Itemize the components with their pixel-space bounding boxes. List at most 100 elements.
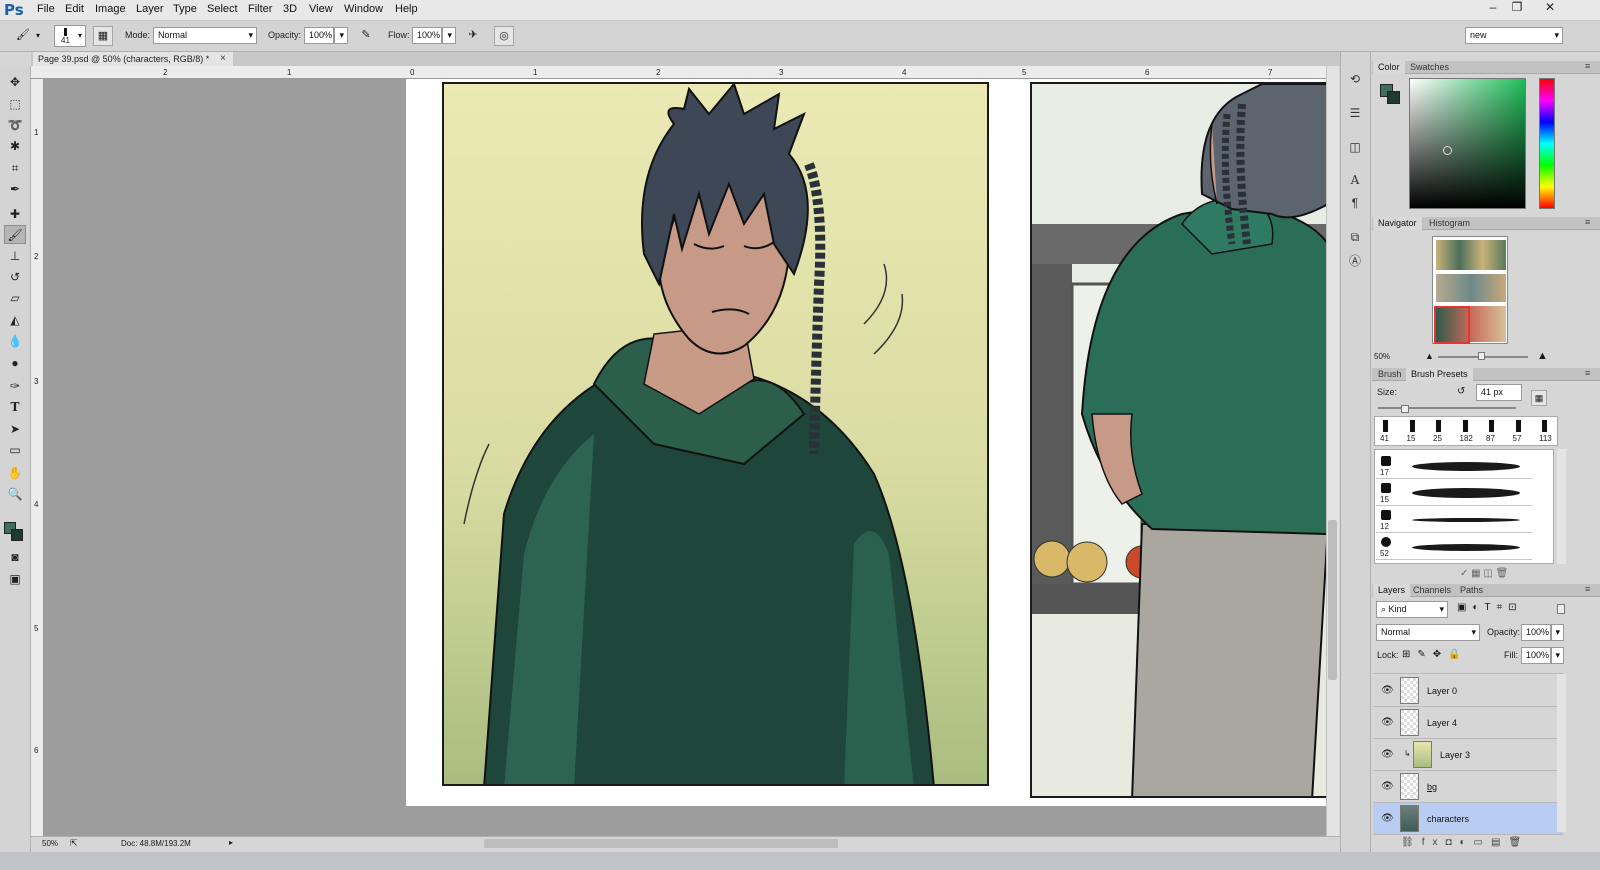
clone-source-panel-icon[interactable]: ⧉ <box>1345 228 1365 246</box>
menu-help[interactable]: Help <box>395 3 418 15</box>
layers-footer-icons[interactable]: ⛓fx◘◐▭▤🗑 <box>1401 837 1529 848</box>
tab-paths[interactable]: Paths <box>1455 584 1488 597</box>
pen-tool-icon[interactable]: ✑ <box>4 377 26 396</box>
brush-size-input[interactable]: 41 px <box>1476 384 1522 401</box>
opacity-input[interactable]: 100% <box>304 27 334 44</box>
path-selection-tool-icon[interactable]: ➤ <box>4 420 26 439</box>
restore-button[interactable]: ❐ <box>1506 0 1528 14</box>
brush-tip-icon[interactable] <box>1462 420 1468 432</box>
panel-menu-icon[interactable]: ≡ <box>1585 61 1590 71</box>
brush-panel-toggle-button[interactable]: ▦ <box>93 26 113 46</box>
tab-brush-presets[interactable]: Brush Presets <box>1406 368 1473 381</box>
zoom-tool-icon[interactable]: 🔍 <box>4 485 26 504</box>
adjustments-panel-icon[interactable]: ◫ <box>1345 138 1365 156</box>
brush-tip-icon[interactable] <box>1409 420 1415 432</box>
layers-scrollbar[interactable] <box>1557 674 1566 832</box>
menu-type[interactable]: Type <box>173 3 197 15</box>
menu-view[interactable]: View <box>309 3 333 15</box>
layer-name[interactable]: characters <box>1427 814 1469 824</box>
hue-slider[interactable] <box>1539 78 1555 209</box>
minimize-button[interactable]: – <box>1482 0 1504 14</box>
history-brush-tool-icon[interactable]: ↺ <box>4 268 26 287</box>
screen-mode-icon[interactable]: ▣ <box>4 570 26 589</box>
layer-row-partial[interactable] <box>1373 666 1563 674</box>
menu-window[interactable]: Window <box>344 3 383 15</box>
quick-mask-icon[interactable]: ◙ <box>4 548 26 567</box>
layer-thumbnail[interactable] <box>1400 709 1419 736</box>
blur-tool-icon[interactable]: 💧 <box>4 332 26 351</box>
zoom-level[interactable]: 50% <box>42 839 58 848</box>
paragraph-panel-icon[interactable]: ¶ <box>1345 194 1365 212</box>
dodge-tool-icon[interactable]: ● <box>4 354 26 373</box>
document-size-info[interactable]: Doc: 48.8M/193.2M <box>121 839 191 848</box>
brush-size-picker[interactable]: 41 ▾ <box>54 25 86 47</box>
fill-input[interactable]: 100% <box>1521 647 1551 664</box>
brush-panel-footer-icons[interactable]: ✓ ▦ ◫ 🗑 <box>1460 568 1508 579</box>
eye-icon[interactable]: 👁 <box>1381 718 1394 728</box>
character-panel-icon[interactable]: A <box>1345 171 1365 189</box>
navigator-zoom[interactable]: 50% <box>1374 352 1390 361</box>
navigator-thumbnail[interactable] <box>1432 236 1508 344</box>
status-menu-arrow-icon[interactable]: ▸ <box>229 838 233 847</box>
eye-icon[interactable]: 👁 <box>1381 686 1394 696</box>
panel-menu-icon[interactable]: ≡ <box>1585 368 1590 378</box>
brush-tip-icon[interactable] <box>1436 420 1441 432</box>
layer-opacity-input[interactable]: 100% <box>1521 624 1551 641</box>
background-color-swatch[interactable] <box>11 529 23 541</box>
eye-icon[interactable]: 👁 <box>1381 814 1394 824</box>
lasso-tool-icon[interactable]: ➰ <box>4 116 26 135</box>
zoom-out-icon[interactable]: ▲ <box>1425 351 1434 361</box>
brush-tip-icon[interactable] <box>1383 420 1388 432</box>
close-window-button[interactable]: ✕ <box>1539 0 1561 14</box>
layer-thumbnail[interactable] <box>1400 677 1419 704</box>
healing-brush-tool-icon[interactable]: ✚ <box>4 205 26 224</box>
horizontal-scroll-thumb[interactable] <box>484 839 838 848</box>
airbrush-icon[interactable]: ✈ <box>463 26 483 46</box>
type-tool-icon[interactable]: T <box>4 398 26 417</box>
rectangle-tool-icon[interactable]: ▭ <box>4 441 26 460</box>
eyedropper-tool-icon[interactable]: ✒ <box>4 180 26 199</box>
color-background-swatch[interactable] <box>1387 91 1400 104</box>
filter-toggle[interactable] <box>1557 604 1565 614</box>
menu-select[interactable]: Select <box>207 3 238 15</box>
brush-list-scrollbar[interactable] <box>1557 449 1566 564</box>
layer-thumbnail[interactable] <box>1400 805 1419 832</box>
pressure-size-icon[interactable]: ◎ <box>494 26 514 46</box>
eye-icon[interactable]: 👁 <box>1381 782 1394 792</box>
character-styles-icon[interactable]: Ⓐ <box>1345 252 1365 270</box>
layer-name[interactable]: Layer 4 <box>1427 718 1457 728</box>
chevron-down-icon[interactable]: ▾ <box>36 31 40 40</box>
mode-select[interactable]: Normal <box>153 27 257 44</box>
brush-size-handle[interactable] <box>1401 405 1409 413</box>
tab-swatches[interactable]: Swatches <box>1405 61 1454 74</box>
lock-icons[interactable]: ⊞✎✥🔒 <box>1402 649 1468 660</box>
tab-channels[interactable]: Channels <box>1408 584 1456 597</box>
document-tab[interactable]: Page 39.psd @ 50% (characters, RGB/8) * <box>33 52 233 66</box>
menu-file[interactable]: File <box>37 3 55 15</box>
vertical-scrollbar[interactable] <box>1326 66 1339 836</box>
eraser-tool-icon[interactable]: ▱ <box>4 289 26 308</box>
layer-name[interactable]: Layer 3 <box>1440 750 1470 760</box>
menu-3d[interactable]: 3D <box>283 3 297 15</box>
layer-thumbnail[interactable] <box>1400 773 1419 800</box>
tab-color[interactable]: Color <box>1373 61 1405 74</box>
layer-opacity-dropdown[interactable] <box>1551 624 1564 641</box>
eye-icon[interactable]: 👁 <box>1381 750 1394 760</box>
tab-navigator[interactable]: Navigator <box>1373 217 1422 230</box>
layer-thumbnail[interactable] <box>1413 741 1432 768</box>
layer-name[interactable]: bg <box>1427 782 1437 792</box>
menu-layer[interactable]: Layer <box>136 3 164 15</box>
reset-size-icon[interactable]: ↺ <box>1457 386 1465 397</box>
flow-input[interactable]: 100% <box>412 27 442 44</box>
vertical-scroll-thumb[interactable] <box>1328 520 1337 680</box>
move-tool-icon[interactable]: ✥ <box>4 73 26 92</box>
tab-histogram[interactable]: Histogram <box>1424 217 1475 230</box>
brush-tip-icon[interactable] <box>1542 420 1547 432</box>
zoom-in-icon[interactable]: ▲ <box>1537 350 1548 362</box>
close-tab-icon[interactable]: × <box>220 52 226 66</box>
brush-size-slider[interactable] <box>1378 407 1516 409</box>
layer-filter-select[interactable]: ⌕ Kind <box>1376 601 1448 618</box>
marquee-tool-icon[interactable]: ⬚ <box>4 95 26 114</box>
flow-dropdown[interactable] <box>442 27 456 44</box>
workspace-select[interactable]: new <box>1465 27 1563 44</box>
